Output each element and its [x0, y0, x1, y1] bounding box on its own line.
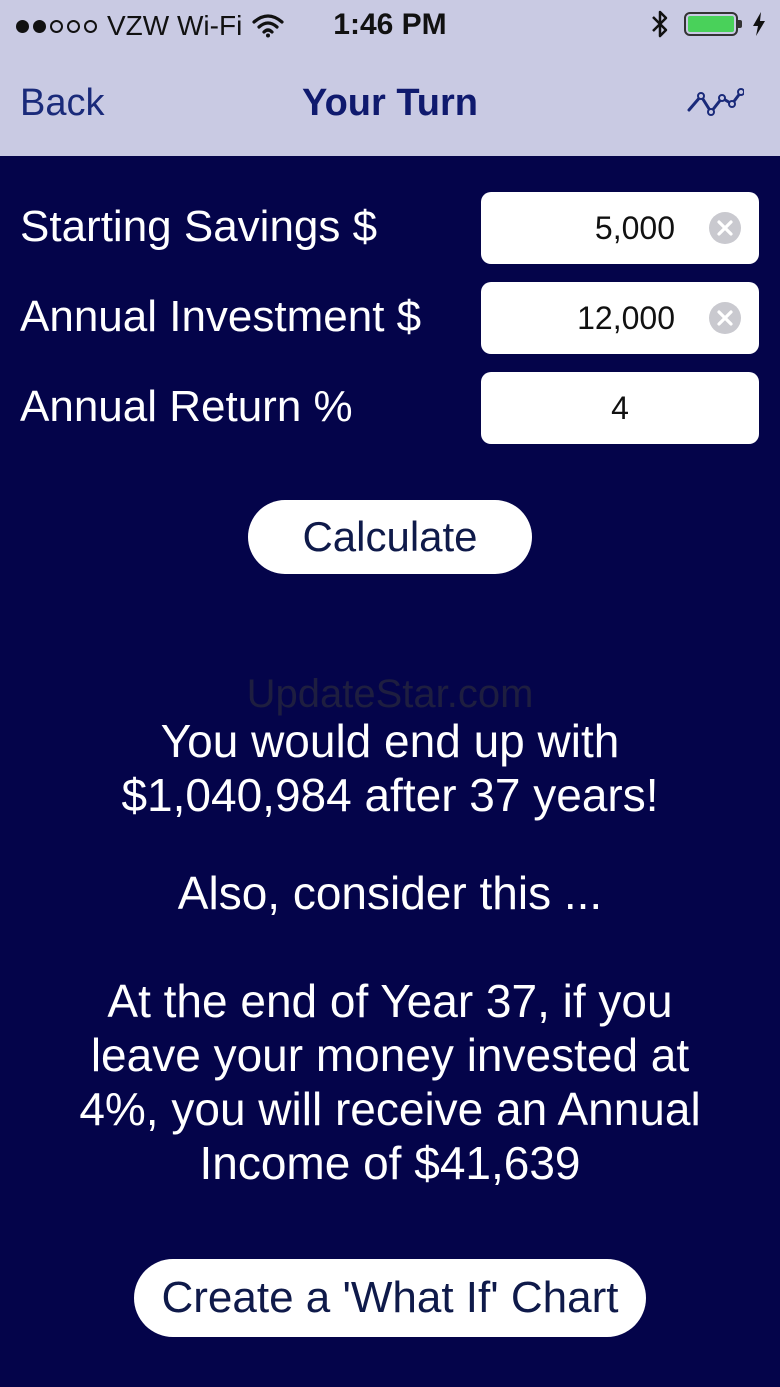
consider-text: Also, consider this ...: [177, 867, 603, 919]
battery-tip: [738, 20, 742, 28]
annual-return-label: Annual Return %: [20, 382, 353, 431]
battery-icon: [684, 12, 742, 36]
annual-investment-label: Annual Investment $: [20, 292, 422, 341]
calculate-button[interactable]: Calculate: [248, 500, 532, 574]
annual-investment-row: Annual Investment $ 12,000: [0, 282, 780, 354]
charging-bolt-icon: [753, 12, 765, 36]
starting-savings-input[interactable]: 5,000: [481, 192, 759, 264]
create-what-if-chart-button[interactable]: Create a 'What If' Chart: [134, 1259, 646, 1337]
income-line: At the end of Year 37, if you: [107, 975, 673, 1027]
annual-return-row: Annual Return % 4: [0, 372, 780, 444]
top-bar: VZW Wi-Fi 1:46 PM Back Your Turn: [0, 0, 780, 156]
annual-return-input[interactable]: 4: [481, 372, 759, 444]
income-line: Income of $41,639: [199, 1137, 581, 1189]
clear-icon[interactable]: [709, 302, 741, 334]
starting-savings-value: 5,000: [594, 210, 675, 246]
battery-level: [688, 16, 734, 32]
clear-icon[interactable]: [709, 212, 741, 244]
navigation-bar: Back Your Turn: [0, 54, 780, 156]
page-title: Your Turn: [302, 82, 478, 124]
income-line: leave your money invested at: [90, 1029, 690, 1081]
bluetooth-icon: [652, 10, 668, 38]
watermark: UpdateStar.com: [246, 672, 534, 716]
status-right: [650, 8, 766, 40]
annual-investment-value: 12,000: [577, 300, 675, 336]
annual-return-value: 4: [611, 390, 629, 426]
result-line: You would end up with: [160, 715, 620, 767]
income-line: 4%, you will receive an Annual: [79, 1083, 701, 1135]
annual-investment-input[interactable]: 12,000: [481, 282, 759, 354]
starting-savings-label: Starting Savings $: [20, 202, 378, 251]
income-text: At the end of Year 37, if you leave your…: [30, 974, 750, 1190]
line-chart-icon[interactable]: [686, 84, 744, 120]
starting-savings-row: Starting Savings $ 5,000: [0, 192, 780, 264]
status-bar: VZW Wi-Fi 1:46 PM: [0, 0, 780, 54]
result-text: You would end up with $1,040,984 after 3…: [30, 714, 750, 822]
result-line: $1,040,984 after 37 years!: [121, 769, 659, 821]
